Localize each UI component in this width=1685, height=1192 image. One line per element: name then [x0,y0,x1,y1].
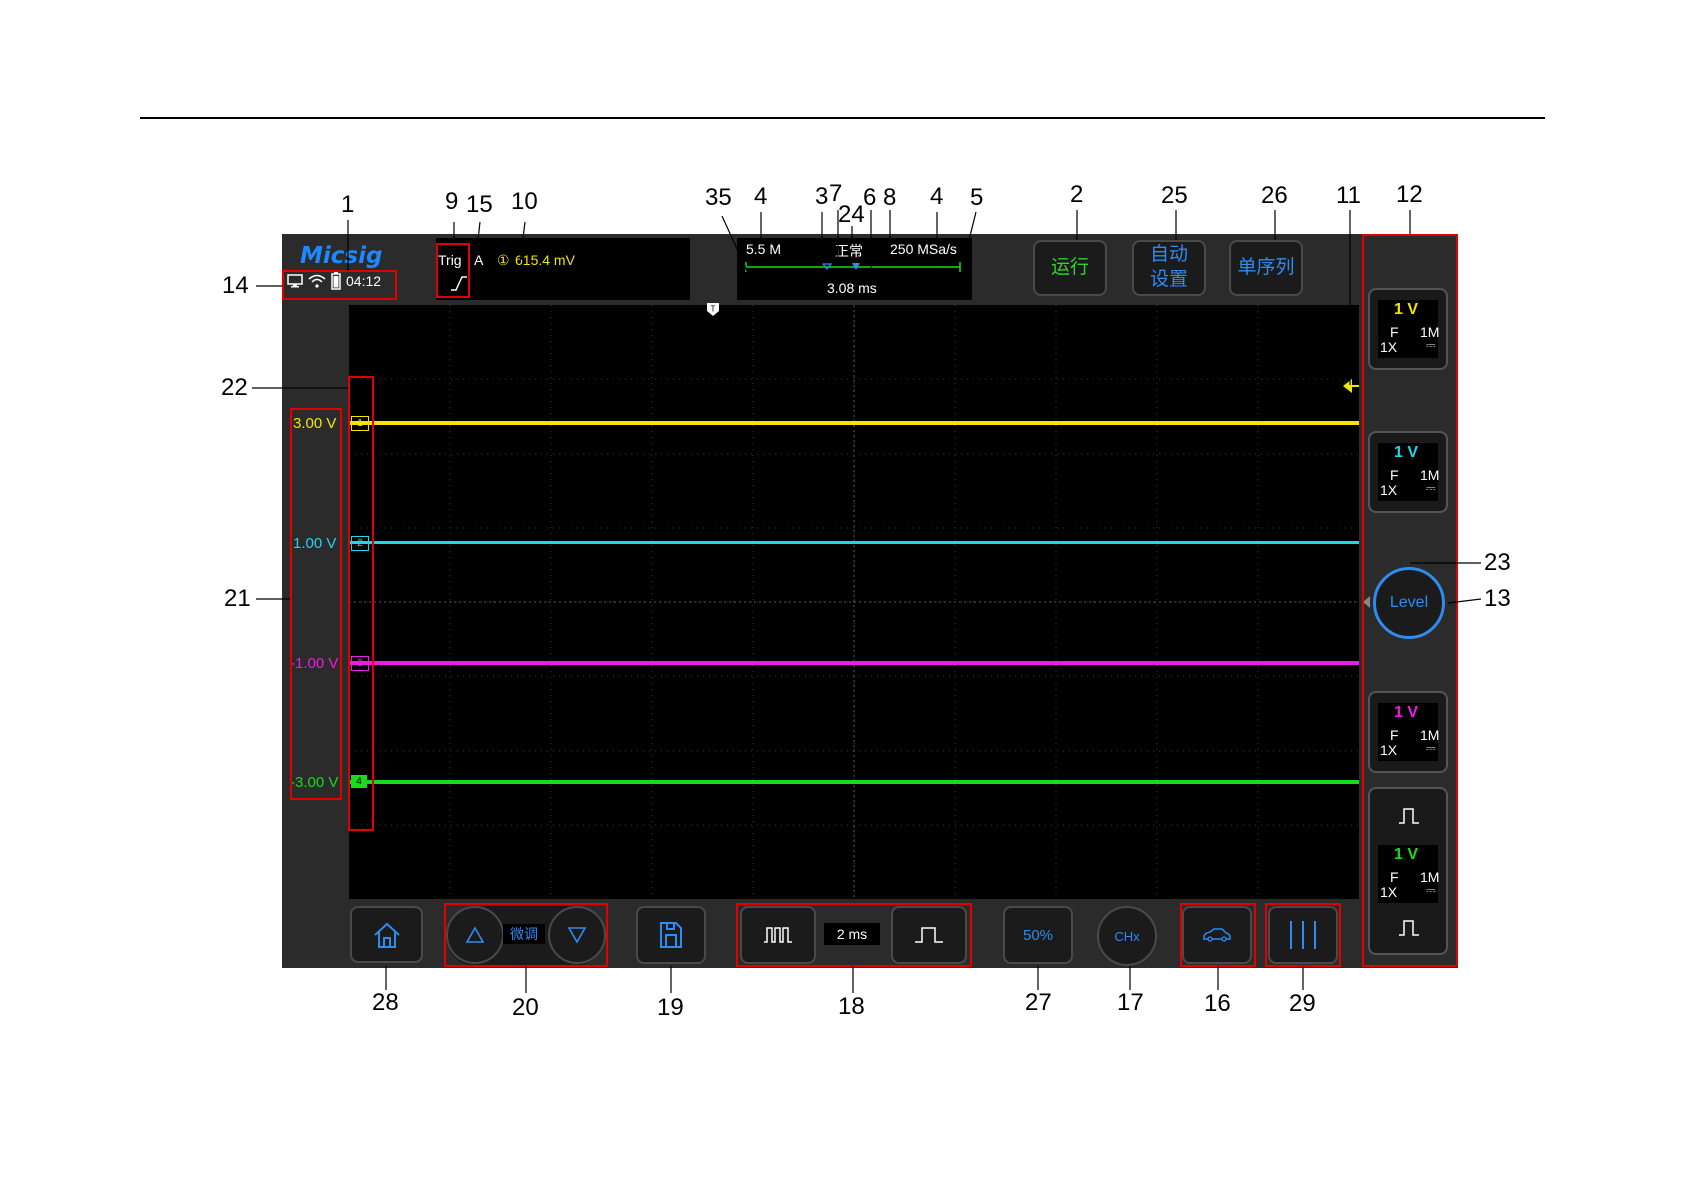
callout-22: 22 [221,374,248,401]
callout-9: 9 [445,188,459,215]
home-button[interactable] [350,906,423,963]
svg-text:T: T [711,305,716,314]
save-button[interactable] [636,906,706,964]
callout-4-left: 4 [754,183,768,210]
callout-21: 21 [224,585,251,612]
graticule [349,305,1359,899]
trigger-time-marker-icon[interactable]: T [706,302,720,317]
callout-box-channel-markers [348,376,374,831]
callout-box-channel-panels [1362,234,1458,967]
callout-13: 13 [1484,585,1511,612]
callout-1: 1 [341,191,355,218]
ch3-trace [349,661,1359,665]
callout-10: 10 [511,188,538,215]
callout-14: 14 [222,272,249,299]
trig-channel-marker: ① [497,252,510,268]
callout-27: 27 [1025,989,1052,1016]
callout-5: 5 [970,184,984,211]
callout-19: 19 [657,994,684,1021]
callout-2: 2 [1070,181,1084,208]
callout-17: 17 [1117,989,1144,1016]
callout-24: 24 [838,201,865,228]
callout-3: 3 [815,183,829,210]
timebase-panel[interactable]: 5.5 M 正常 250 MSa/s 3.08 ms [737,238,972,300]
callout-15: 15 [466,191,493,218]
callout-25: 25 [1161,182,1188,209]
memory-depth: 5.5 M [746,241,782,257]
callout-23: 23 [1484,549,1511,576]
callout-26: 26 [1261,182,1288,209]
callout-28: 28 [372,989,399,1016]
callout-box-cursor [1265,903,1341,967]
callout-35: 35 [705,184,732,211]
auto-setup-button[interactable]: 自动 设置 [1132,240,1206,296]
callout-box-offset-labels [290,408,342,800]
callout-box-status [282,270,397,300]
callout-29: 29 [1289,990,1316,1017]
save-icon [660,922,682,948]
callout-20: 20 [512,994,539,1021]
callout-16: 16 [1204,990,1231,1017]
callout-8: 8 [883,184,897,211]
auto-setup-label-2: 设置 [1149,269,1188,290]
run-button[interactable]: 运行 [1033,240,1107,296]
sample-rate: 250 MSa/s [890,241,957,257]
callout-12: 12 [1396,181,1423,208]
trigger-level-arrow-icon[interactable] [1343,378,1359,394]
trigger-info-panel[interactable]: Trig A ① 615.4 mV [436,238,690,300]
callout-box-fine-tune [444,903,608,967]
ch2-trace [349,541,1359,544]
callout-box-auto [1180,903,1256,967]
callout-box-timebase [736,903,972,967]
callout-18: 18 [838,993,865,1020]
waveform-display[interactable]: 1 2 3 4 [349,305,1359,899]
trigger-position: 3.08 ms [827,280,877,296]
chx-button[interactable]: CHx [1097,906,1157,966]
callout-4-right: 4 [930,183,944,210]
single-sequence-button[interactable]: 单序列 [1229,240,1303,296]
ch1-trace [349,421,1359,425]
trig-source: A [474,252,484,268]
fifty-percent-button[interactable]: 50% [1003,906,1073,964]
memory-position-bar [745,262,961,272]
callout-box-trigger [436,243,470,298]
top-rule [140,117,1545,119]
trig-level-value: 615.4 mV [515,252,575,268]
callout-6: 6 [863,184,877,211]
callout-11: 11 [1336,182,1361,209]
auto-setup-label-1: 自动 [1149,244,1188,266]
ch4-trace [349,780,1359,784]
home-icon [373,922,400,948]
micsig-logo: Micsig [300,243,383,269]
